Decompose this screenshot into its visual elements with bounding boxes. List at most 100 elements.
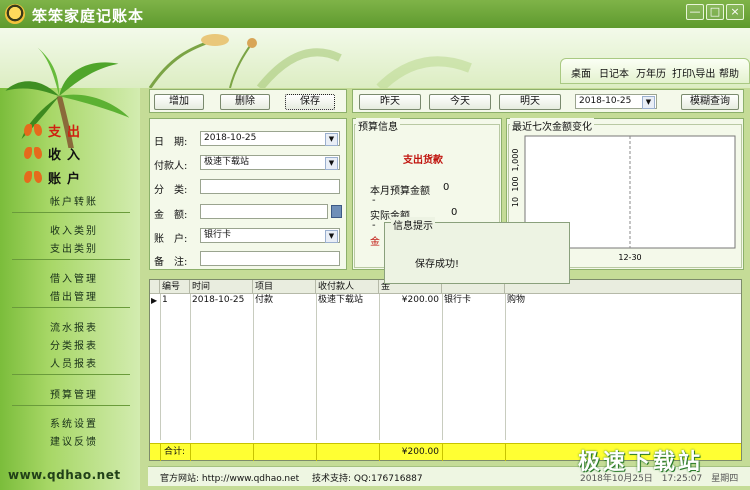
account-select[interactable]: 银行卡 ▼	[200, 228, 340, 243]
sidebar-item-income[interactable]: 收入	[48, 144, 86, 163]
budget-heading: 支出货款	[403, 155, 443, 166]
save-button[interactable]: 保存	[285, 94, 335, 110]
date-field-value: 2018-10-25	[204, 133, 257, 143]
chevron-down-icon: ▼	[325, 157, 338, 170]
sidebar-website: www.qdhao.net	[8, 468, 121, 482]
budget-dash: -	[372, 220, 376, 231]
sidebar-item-flow-report[interactable]: 流水报表	[44, 319, 104, 334]
chevron-down-icon: ▼	[325, 230, 338, 243]
today-button[interactable]: 今天	[429, 94, 491, 110]
sidebar-item-lend-out[interactable]: 借出管理	[44, 288, 104, 303]
sidebar-item-category-report[interactable]: 分类报表	[44, 337, 104, 352]
nav-desktop[interactable]: 桌面	[571, 65, 591, 80]
table-row[interactable]: ▶ 1 2018-10-25 付款 极速下载站 ¥200.00 银行卡 购物	[150, 294, 741, 308]
column-divider	[379, 294, 380, 440]
sidebar-item-settings[interactable]: 系统设置	[44, 415, 104, 430]
minimize-button[interactable]: —	[686, 4, 704, 20]
date-field[interactable]: 2018-10-25 ▼	[200, 131, 340, 146]
sidebar-item-transfer[interactable]: 帐户转账	[44, 193, 104, 208]
fuzzy-search-button[interactable]: 模糊查询	[681, 94, 739, 110]
title-bar: 笨笨家庭记账本 — □ ×	[0, 0, 750, 28]
sidebar-item-feedback[interactable]: 建议反馈	[44, 433, 104, 448]
info-dialog[interactable]: 信息提示 保存成功!	[384, 217, 570, 284]
total-value: ¥200.00	[401, 447, 439, 457]
cell-amount: ¥200.00	[401, 295, 439, 305]
y-tick-label: 10	[511, 197, 520, 207]
edit-toolbar: 增加 删除 保存	[149, 89, 347, 113]
sidebar-item-budget[interactable]: 预算管理	[44, 386, 104, 401]
y-tick-label: 100	[511, 176, 520, 191]
date-picker[interactable]: 2018-10-25 ▼	[575, 94, 657, 109]
butterfly-icon	[24, 147, 42, 159]
budget-dash: -	[372, 195, 376, 206]
cell-note: 购物	[507, 295, 526, 305]
records-table[interactable]: 编号 时间 项目 收付款人 金 ▶ 1 2018-10-25 付款 极速下载站 …	[149, 279, 742, 461]
x-tick-label: 12-30	[618, 253, 641, 262]
sidebar: 支出 收入 账户 帐户转账 收入类别 支出类别 借入管理 借出管理 流水报表 分…	[0, 47, 140, 490]
sidebar-item-account[interactable]: 账户	[48, 168, 86, 187]
date-label: 日 期:	[154, 137, 188, 148]
sidebar-item-borrow-in[interactable]: 借入管理	[44, 270, 104, 285]
calculator-icon[interactable]	[331, 205, 342, 218]
cell-item: 付款	[255, 295, 274, 305]
budget-actual-value: 0	[451, 207, 458, 218]
sidebar-item-income-category[interactable]: 收入类别	[44, 222, 104, 237]
current-row-arrow-icon: ▶	[151, 296, 158, 305]
status-website: 官方网站: http://www.qdhao.net	[160, 474, 300, 484]
sidebar-divider	[12, 212, 130, 213]
nav-calendar[interactable]: 万年历	[636, 65, 666, 80]
nav-diary[interactable]: 日记本	[599, 65, 629, 80]
nav-help[interactable]: 帮助	[719, 65, 739, 80]
amount-field[interactable]	[200, 204, 328, 219]
budget-month-label: 本月预算金额	[370, 186, 430, 197]
chevron-down-icon: ▼	[325, 133, 338, 146]
budget-remaining-label: 金	[370, 237, 380, 248]
sidebar-item-expense[interactable]: 支出	[48, 121, 86, 140]
column-header-id[interactable]: 编号	[160, 280, 190, 294]
amount-label: 金 额:	[154, 210, 188, 221]
nav-print-export[interactable]: 打印\导出	[672, 65, 715, 80]
column-divider	[505, 294, 506, 440]
butterfly-icon	[24, 171, 42, 183]
category-field[interactable]	[200, 179, 340, 194]
date-toolbar: 昨天 今天 明天 2018-10-25 ▼ 模糊查询	[352, 89, 744, 113]
yesterday-button[interactable]: 昨天	[359, 94, 421, 110]
app-logo-icon	[5, 4, 25, 24]
tomorrow-button[interactable]: 明天	[499, 94, 561, 110]
delete-button[interactable]: 删除	[220, 94, 270, 110]
account-value: 银行卡	[204, 230, 232, 240]
chevron-down-icon: ▼	[642, 96, 655, 109]
sidebar-divider	[12, 259, 130, 260]
total-label: 合计:	[164, 447, 186, 457]
top-navigation: 桌面 日记本 万年历 打印\导出 帮助	[560, 58, 750, 84]
y-tick-label: 1,000	[511, 149, 520, 172]
sidebar-item-person-report[interactable]: 人员报表	[44, 355, 104, 370]
cell-time: 2018-10-25	[192, 295, 245, 305]
sidebar-divider	[12, 307, 130, 308]
column-divider	[316, 294, 317, 440]
sidebar-divider	[12, 374, 130, 375]
note-field[interactable]	[200, 251, 340, 266]
payee-value: 极速下载站	[204, 157, 250, 167]
column-divider	[442, 294, 443, 440]
close-button[interactable]: ×	[726, 4, 744, 20]
column-header-payee[interactable]: 收付款人	[316, 280, 379, 294]
budget-title: 预算信息	[356, 118, 400, 133]
account-label: 账 户:	[154, 234, 188, 245]
cell-payee: 极速下载站	[318, 295, 364, 305]
sidebar-item-expense-category[interactable]: 支出类别	[44, 240, 104, 255]
butterfly-icon	[24, 124, 42, 136]
row-indicator-header	[150, 280, 160, 294]
column-header-item[interactable]: 项目	[253, 280, 316, 294]
entry-form: 日 期: 2018-10-25 ▼ 付款人: 极速下载站 ▼ 分 类: 金 额:…	[149, 118, 347, 270]
maximize-button[interactable]: □	[706, 4, 724, 20]
budget-month-value: 0	[443, 182, 450, 193]
dialog-title: 信息提示	[391, 217, 435, 232]
category-label: 分 类:	[154, 185, 188, 196]
watermark-text: 极速下载站	[578, 450, 704, 475]
column-header-time[interactable]: 时间	[190, 280, 253, 294]
date-picker-value: 2018-10-25	[579, 96, 632, 106]
payee-label: 付款人:	[154, 161, 188, 172]
add-button[interactable]: 增加	[154, 94, 204, 110]
payee-select[interactable]: 极速下载站 ▼	[200, 155, 340, 170]
